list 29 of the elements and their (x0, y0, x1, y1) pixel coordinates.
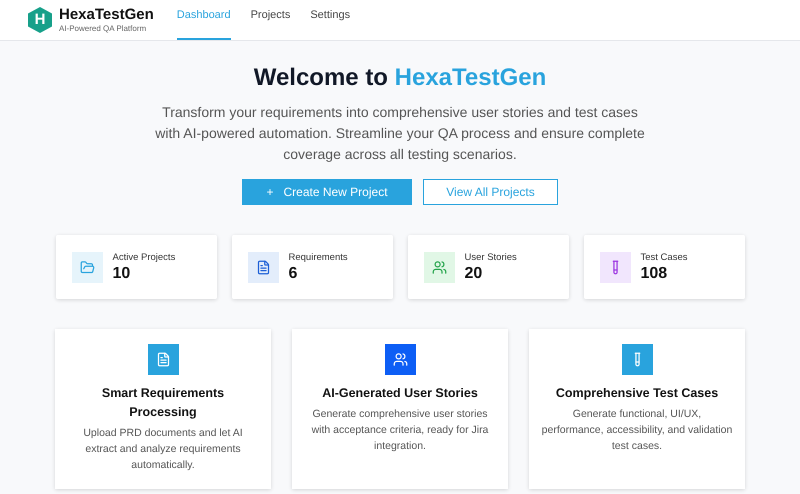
feature-description: Generate functional, UI/UX, performance, accessibility, and validation test cases. (541, 407, 733, 454)
stat-label: Test Cases (640, 250, 688, 265)
view-projects-button[interactable]: View All Projects (423, 179, 558, 205)
stat-value: 108 (640, 265, 668, 284)
feature-description: Upload PRD documents and let AI extract and analyze requirements automatically. (82, 426, 244, 473)
feature-description: Generate comprehensive user stories with acceptance criteria, ready for Jira integration. (310, 407, 490, 454)
users-icon (392, 352, 408, 367)
stat-value: 6 (288, 265, 298, 284)
nav-tab[interactable]: Settings (310, 0, 350, 40)
feature-title: AI-Generated User Stories (322, 385, 478, 402)
stat-value: 10 (112, 265, 132, 284)
feature-title: Comprehensive Test Cases (556, 385, 718, 402)
nav-tab[interactable]: Dashboard (176, 0, 231, 40)
stat-label: Active Projects (112, 250, 176, 265)
folder-icon (80, 260, 94, 274)
logo-icon: H (28, 7, 52, 33)
brand-name: HexaTestGen (59, 6, 154, 24)
document-icon (256, 260, 270, 274)
intro-text: Transform your requirements into comprehensive user stories and test cases with AI-powered automation. Streamline your QA process and ensure complete coverage across all testing scenarios. (154, 103, 646, 164)
stat-label: Requirements (288, 250, 348, 265)
brand-tagline: AI-Powered QA Platform (59, 24, 148, 34)
welcome-heading: Welcome to HexaTestGen (254, 63, 546, 93)
users-icon (432, 260, 446, 274)
nav-tab[interactable]: Projects (250, 0, 290, 40)
stat-value: 20 (464, 265, 484, 284)
document-icon (156, 352, 170, 367)
stat-label: User Stories (464, 250, 517, 265)
feature-title: Smart Requirements Processing (100, 385, 226, 421)
create-project-button[interactable]: + Create New Project (242, 179, 412, 205)
